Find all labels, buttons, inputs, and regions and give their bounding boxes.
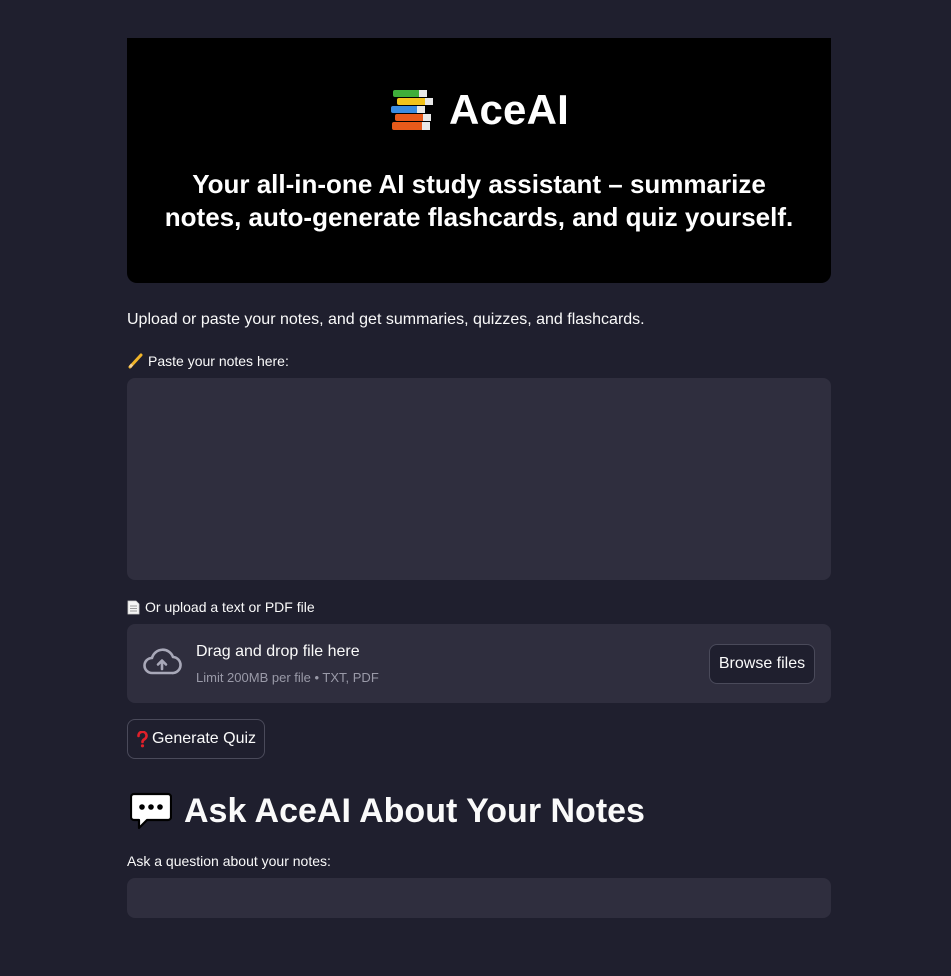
ask-label: Ask a question about your notes: bbox=[127, 853, 331, 869]
question-mark-icon bbox=[137, 730, 148, 747]
app-title: AceAI bbox=[448, 86, 570, 133]
hero-title-row: AceAI bbox=[127, 86, 831, 134]
notes-label: Paste your notes here: bbox=[127, 353, 289, 369]
browse-files-button[interactable]: Browse files bbox=[709, 644, 815, 684]
books-icon bbox=[390, 90, 433, 130]
notes-label-text: Paste your notes here: bbox=[148, 353, 289, 369]
ask-label-text: Ask a question about your notes: bbox=[127, 853, 331, 869]
speech-bubble-icon bbox=[130, 792, 172, 830]
cloud-upload-icon bbox=[143, 648, 182, 675]
ask-section-heading: Ask AceAI About Your Notes bbox=[130, 791, 645, 831]
notes-textarea[interactable] bbox=[127, 378, 831, 580]
main-content: AceAI Your all-in-one AI study assistant… bbox=[127, 38, 831, 918]
dropzone-limit-text: Limit 200MB per file • TXT, PDF bbox=[196, 670, 379, 685]
generate-quiz-label: Generate Quiz bbox=[151, 730, 257, 747]
intro-text: Upload or paste your notes, and get summ… bbox=[127, 311, 645, 328]
pencil-icon bbox=[128, 353, 143, 369]
hero-banner: AceAI Your all-in-one AI study assistant… bbox=[127, 38, 831, 283]
app-subtitle: Your all-in-one AI study assistant – sum… bbox=[164, 169, 794, 232]
dropzone-title: Drag and drop file here bbox=[196, 643, 360, 660]
file-dropzone[interactable]: Drag and drop file here Limit 200MB per … bbox=[127, 624, 831, 703]
upload-label: Or upload a text or PDF file bbox=[127, 599, 315, 615]
question-input[interactable] bbox=[127, 878, 831, 918]
ask-heading-text: Ask AceAI About Your Notes bbox=[184, 791, 645, 830]
upload-label-text: Or upload a text or PDF file bbox=[145, 599, 315, 615]
page-icon bbox=[127, 600, 140, 614]
generate-quiz-button[interactable]: Generate Quiz bbox=[127, 719, 265, 759]
